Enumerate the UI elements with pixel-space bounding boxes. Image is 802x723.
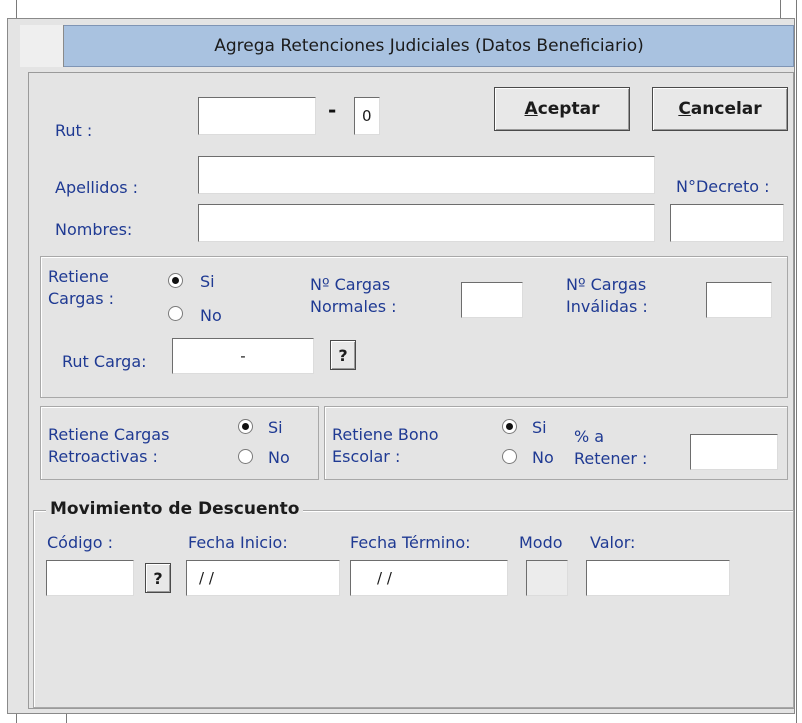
cargas-invalidas-label: Nº Cargas Inválidas : bbox=[566, 274, 648, 318]
movimiento-legend: Movimiento de Descuento bbox=[46, 499, 304, 519]
rut-dv-input[interactable]: 0 bbox=[354, 97, 380, 135]
porcentaje-retener-label-line2: Retener : bbox=[574, 449, 648, 468]
system-menu-box[interactable] bbox=[20, 25, 64, 67]
decreto-label: N°Decreto : bbox=[676, 177, 770, 196]
fecha-termino-input[interactable]: / / bbox=[350, 560, 508, 596]
retroactivas-no-radio[interactable] bbox=[238, 449, 253, 464]
nombres-label: Nombres: bbox=[55, 220, 133, 239]
fecha-termino-label: Fecha Término: bbox=[350, 533, 471, 552]
bono-label: Retiene Bono Escolar : bbox=[332, 424, 439, 468]
porcentaje-retener-input[interactable] bbox=[690, 434, 778, 470]
bono-si-radio[interactable] bbox=[502, 419, 517, 434]
retroactivas-label: Retiene Cargas Retroactivas : bbox=[48, 424, 169, 468]
cancelar-label: ancelar bbox=[690, 99, 762, 119]
cargas-invalidas-input[interactable] bbox=[706, 282, 772, 318]
cancelar-button[interactable]: Cancelar bbox=[652, 87, 788, 131]
retroactivas-label-line2: Retroactivas : bbox=[48, 447, 158, 466]
retiene-cargas-label-line2: Cargas : bbox=[48, 289, 115, 308]
fecha-inicio-input[interactable]: / / bbox=[186, 560, 340, 596]
fecha-inicio-label: Fecha Inicio: bbox=[188, 533, 288, 552]
cargas-normales-label-line1: Nº Cargas bbox=[310, 275, 391, 294]
rut-carga-input[interactable]: - bbox=[172, 338, 314, 374]
cargas-normales-label-line2: Normales : bbox=[310, 297, 397, 316]
bono-si-label: Si bbox=[532, 418, 547, 437]
background-divider bbox=[780, 0, 781, 18]
cancelar-mnemonic: C bbox=[678, 99, 691, 119]
codigo-help-button[interactable]: ? bbox=[145, 563, 171, 593]
nombres-input[interactable] bbox=[198, 204, 655, 242]
modo-label: Modo bbox=[519, 533, 563, 552]
rut-label: Rut : bbox=[55, 121, 93, 140]
rut-input[interactable] bbox=[198, 97, 316, 135]
retiene-cargas-label: Retiene Cargas : bbox=[48, 266, 114, 310]
porcentaje-retener-label-line1: % a bbox=[574, 427, 605, 446]
decreto-input[interactable] bbox=[670, 204, 784, 242]
apellidos-input[interactable] bbox=[198, 156, 655, 194]
cargas-invalidas-label-line1: Nº Cargas bbox=[566, 275, 647, 294]
retroactivas-no-label: No bbox=[268, 448, 290, 467]
cargas-si-radio[interactable] bbox=[168, 273, 183, 288]
retroactivas-label-line1: Retiene Cargas bbox=[48, 425, 170, 444]
valor-label: Valor: bbox=[590, 533, 636, 552]
window-title: Agrega Retenciones Judiciales (Datos Ben… bbox=[214, 36, 644, 56]
apellidos-label: Apellidos : bbox=[55, 178, 139, 197]
retiene-cargas-label-line1: Retiene bbox=[48, 267, 109, 286]
porcentaje-retener-label: % a Retener : bbox=[574, 426, 647, 470]
cargas-no-label: No bbox=[200, 306, 222, 325]
cargas-invalidas-label-line2: Inválidas : bbox=[566, 297, 648, 316]
cargas-no-radio[interactable] bbox=[168, 306, 183, 321]
modo-input[interactable] bbox=[526, 560, 568, 596]
codigo-label: Código : bbox=[47, 533, 113, 552]
aceptar-label: ceptar bbox=[537, 99, 600, 119]
background-window-strip bbox=[0, 0, 802, 16]
aceptar-mnemonic: A bbox=[524, 99, 538, 119]
retroactivas-si-label: Si bbox=[268, 418, 283, 437]
cargas-normales-label: Nº Cargas Normales : bbox=[310, 274, 397, 318]
rut-dash: - bbox=[328, 98, 337, 122]
rut-carga-label: Rut Carga: bbox=[62, 352, 147, 371]
background-divider bbox=[796, 0, 797, 723]
aceptar-button[interactable]: Aceptar bbox=[494, 87, 630, 131]
bono-label-line2: Escolar : bbox=[332, 447, 401, 466]
rut-carga-help-button[interactable]: ? bbox=[330, 340, 356, 370]
cargas-group bbox=[40, 256, 788, 398]
cargas-si-label: Si bbox=[200, 272, 215, 291]
valor-input[interactable] bbox=[586, 560, 730, 596]
retroactivas-si-radio[interactable] bbox=[238, 419, 253, 434]
codigo-input[interactable] bbox=[46, 560, 134, 596]
bono-no-radio[interactable] bbox=[502, 449, 517, 464]
bono-label-line1: Retiene Bono bbox=[332, 425, 439, 444]
cargas-normales-input[interactable] bbox=[461, 282, 523, 318]
bono-no-label: No bbox=[532, 448, 554, 467]
